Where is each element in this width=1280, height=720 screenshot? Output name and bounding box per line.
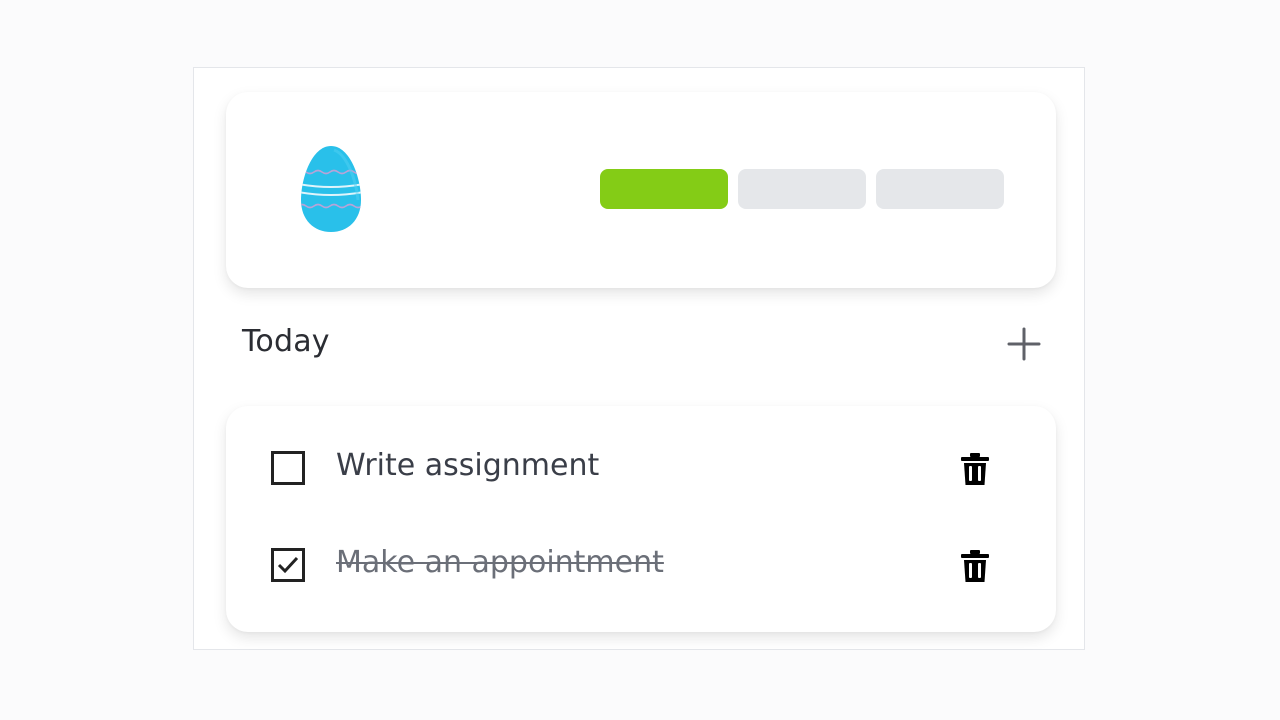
easter-egg-icon bbox=[301, 146, 361, 232]
progress-segment bbox=[876, 169, 1004, 209]
progress-bar bbox=[600, 169, 1004, 209]
progress-segment bbox=[738, 169, 866, 209]
progress-segment-done bbox=[600, 169, 728, 209]
trash-icon[interactable] bbox=[960, 549, 990, 583]
section-title: Today bbox=[242, 324, 330, 359]
todo-app: Today Write assignment Make an appointme… bbox=[193, 67, 1085, 650]
task-item: Write assignment bbox=[226, 438, 1056, 498]
section-header: Today bbox=[242, 318, 1042, 372]
task-label: Make an appointment bbox=[336, 545, 664, 580]
plus-icon[interactable] bbox=[1006, 326, 1042, 362]
header-card bbox=[226, 92, 1056, 288]
task-item: Make an appointment bbox=[226, 535, 1056, 595]
checkmark-icon bbox=[277, 556, 299, 574]
task-list: Write assignment Make an appointment bbox=[226, 406, 1056, 632]
trash-icon[interactable] bbox=[960, 452, 990, 486]
task-checkbox[interactable] bbox=[271, 451, 305, 485]
task-label: Write assignment bbox=[336, 448, 600, 483]
task-checkbox[interactable] bbox=[271, 548, 305, 582]
